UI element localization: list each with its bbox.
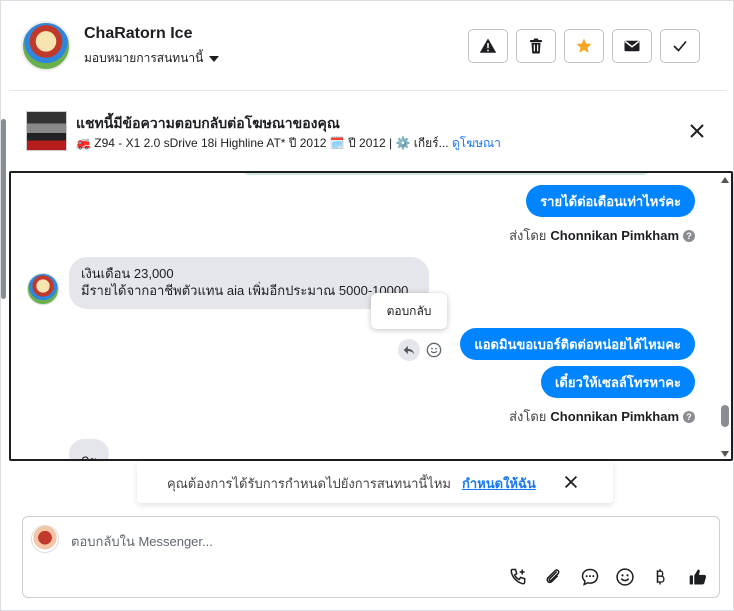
reply-icon bbox=[403, 345, 415, 355]
star-icon bbox=[576, 38, 592, 53]
message-line: มีรายได้จากอาชีพตัวแทน aia เพิ่มอีกประมา… bbox=[81, 283, 409, 298]
star-button[interactable] bbox=[564, 29, 604, 63]
smiley-icon bbox=[426, 342, 442, 358]
ad-description: 🚒 Z94 - X1 2.0 sDrive 18i Highline AT* ป… bbox=[76, 136, 449, 150]
like-button[interactable] bbox=[687, 566, 709, 588]
scroll-up-arrow[interactable] bbox=[721, 177, 729, 183]
assign-to-me-link[interactable]: กำหนดให้ฉัน bbox=[462, 473, 536, 494]
message-thread[interactable]: รายได้ต่อเดือนเท่าไหร่คะ ส่งโดย Chonnika… bbox=[9, 171, 733, 461]
warning-icon bbox=[479, 38, 497, 53]
help-icon[interactable]: ? bbox=[683, 229, 695, 242]
avatar bbox=[31, 525, 59, 553]
paperclip-icon bbox=[546, 569, 560, 584]
scroll-thumb[interactable] bbox=[721, 405, 729, 427]
ad-thumbnail[interactable] bbox=[26, 111, 67, 151]
outgoing-message[interactable]: รายได้ต่อเดือนเท่าไหร่คะ bbox=[526, 185, 695, 217]
payment-button[interactable] bbox=[649, 566, 671, 588]
scroll-down-arrow[interactable] bbox=[721, 451, 729, 457]
assign-label: มอบหมายการสนทนานี้ bbox=[84, 51, 204, 65]
envelope-icon bbox=[624, 40, 640, 52]
sent-by-text: ส่งโดย bbox=[509, 228, 547, 243]
help-icon[interactable]: ? bbox=[683, 410, 695, 423]
report-button[interactable] bbox=[468, 29, 508, 63]
saved-replies-button[interactable] bbox=[579, 566, 601, 588]
call-add-button[interactable] bbox=[507, 566, 529, 588]
chevron-down-icon bbox=[209, 55, 220, 62]
baht-icon bbox=[656, 569, 665, 585]
sent-by-label: ส่งโดย Chonnikan Pimkham ? bbox=[509, 406, 695, 427]
sent-by-label: ส่งโดย Chonnikan Pimkham ? bbox=[509, 225, 695, 246]
mail-button[interactable] bbox=[612, 29, 652, 63]
thumbs-up-icon bbox=[689, 569, 707, 585]
ad-reply-banner: แชทนี้มีข้อความตอบกลับต่อโฆษณาของคุณ 🚒 Z… bbox=[9, 101, 727, 161]
ad-title: แชทนี้มีข้อความตอบกลับต่อโฆษณาของคุณ bbox=[76, 115, 340, 131]
conversation-panel: ChaRatorn Ice มอบหมายการสนทนานี้ แชทนี้ม… bbox=[0, 0, 734, 611]
assign-dropdown[interactable]: มอบหมายการสนทนานี้ bbox=[84, 49, 220, 68]
delete-button[interactable] bbox=[516, 29, 556, 63]
message-composer bbox=[22, 516, 720, 598]
view-ad-link[interactable]: ดูโฆษณา bbox=[452, 136, 501, 150]
avatar[interactable] bbox=[27, 273, 59, 305]
message-line: เงินเดือน 23,000 bbox=[81, 266, 174, 281]
previous-message-edge bbox=[241, 173, 651, 175]
conversation-header: ChaRatorn Ice มอบหมายการสนทนานี้ bbox=[9, 1, 727, 91]
close-icon[interactable] bbox=[562, 473, 580, 491]
close-icon[interactable] bbox=[687, 121, 707, 141]
emoji-icon bbox=[616, 568, 634, 586]
sender-name: Chonnikan Pimkham bbox=[550, 228, 679, 243]
chat-bubble-icon bbox=[581, 568, 599, 586]
reply-button[interactable] bbox=[398, 339, 420, 361]
done-button[interactable] bbox=[660, 29, 700, 63]
check-icon bbox=[673, 40, 687, 52]
trash-icon bbox=[530, 38, 542, 54]
sender-name: Chonnikan Pimkham bbox=[550, 409, 679, 424]
attach-button[interactable] bbox=[542, 566, 564, 588]
emoji-button[interactable] bbox=[614, 566, 636, 588]
outgoing-message[interactable]: แอดมินขอเบอร์ติดต่อหน่อยได้ไหมคะ bbox=[460, 328, 695, 360]
reply-tooltip: ตอบกลับ bbox=[371, 293, 447, 329]
sent-by-text: ส่งโดย bbox=[509, 409, 547, 424]
page-scrollbar[interactable] bbox=[1, 119, 6, 299]
avatar[interactable] bbox=[21, 21, 71, 71]
incoming-message[interactable]: คะ bbox=[69, 439, 109, 459]
contact-name[interactable]: ChaRatorn Ice bbox=[84, 25, 192, 43]
outgoing-message[interactable]: เดี๋ยวให้เซลล์โทรหาคะ bbox=[540, 366, 695, 398]
call-add-icon bbox=[510, 568, 526, 585]
react-button[interactable] bbox=[423, 339, 445, 361]
reply-input[interactable] bbox=[71, 531, 671, 551]
assign-prompt: คุณต้องการได้รับการกำหนดไปยังการสนทนานี้… bbox=[137, 461, 613, 503]
assign-prompt-text: คุณต้องการได้รับการกำหนดไปยังการสนทนานี้… bbox=[167, 476, 451, 491]
thread-scrollbar[interactable] bbox=[717, 173, 731, 459]
ad-subtitle: 🚒 Z94 - X1 2.0 sDrive 18i Highline AT* ป… bbox=[76, 134, 501, 153]
